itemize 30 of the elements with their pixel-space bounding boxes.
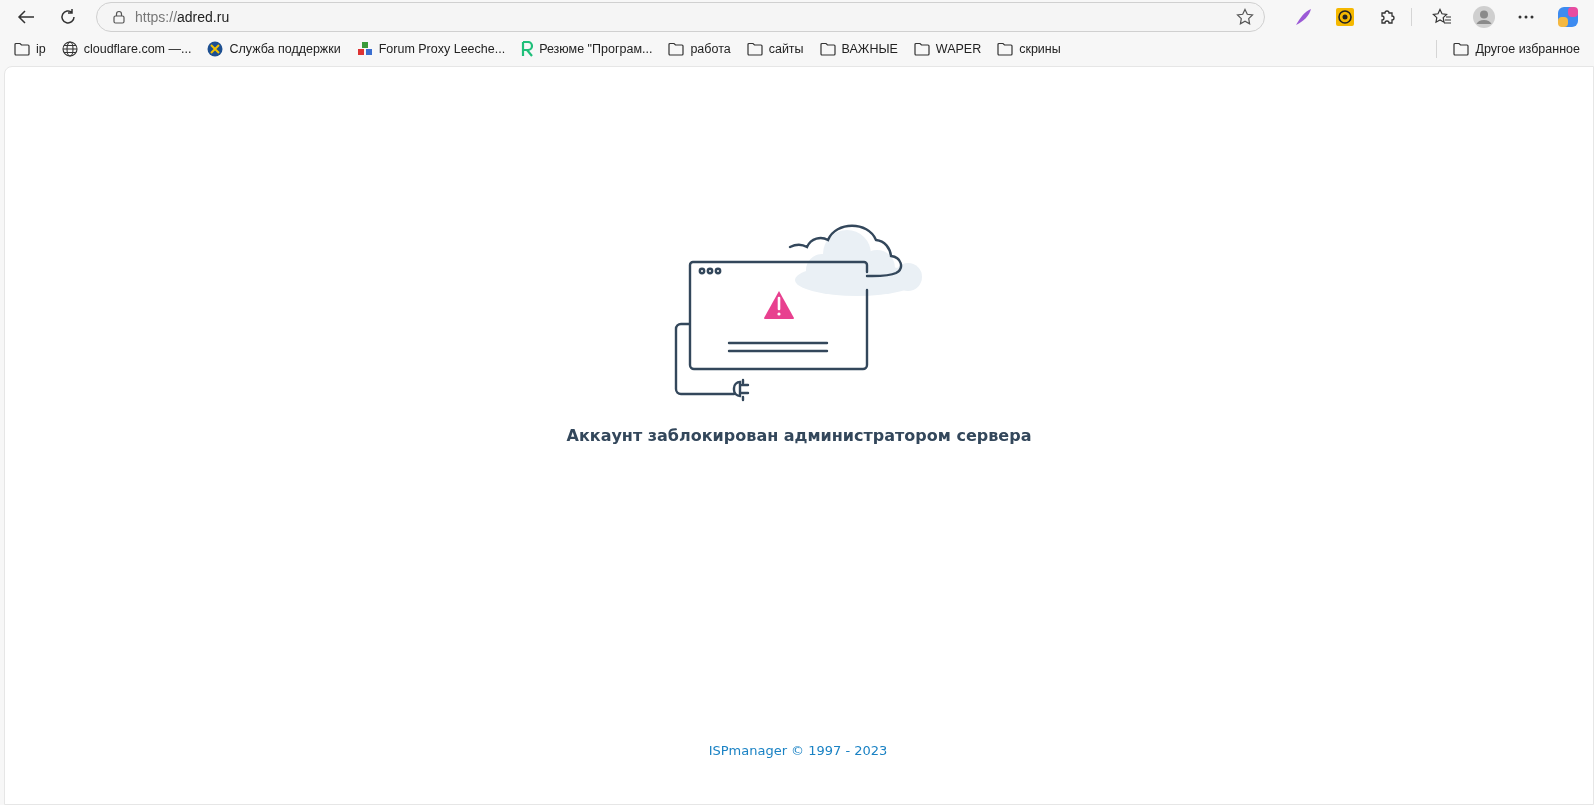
bookmark-link[interactable]: cloudflare.com —...	[55, 37, 198, 60]
bookmark-link[interactable]: Служба поддержки	[201, 37, 347, 60]
error-message: Аккаунт заблокирован администратором сервера	[566, 426, 1032, 445]
folder-icon	[819, 41, 836, 56]
bookmark-link[interactable]: ВАЖНЫЕ	[813, 38, 904, 59]
bookmark-link[interactable]: ip	[8, 38, 52, 59]
back-arrow-icon	[17, 8, 35, 25]
bookmark-link[interactable]: работа	[662, 38, 737, 59]
other-bookmarks-folder[interactable]: Другое избранное	[1447, 38, 1586, 59]
star-icon[interactable]	[1236, 7, 1254, 26]
folder-icon	[14, 41, 30, 56]
refresh-icon	[59, 7, 77, 26]
globe-icon	[61, 40, 78, 57]
folder-icon	[997, 41, 1014, 56]
folder-icon	[668, 41, 685, 56]
folder-icon	[913, 41, 930, 56]
folder-icon	[1453, 41, 1470, 56]
address-bar[interactable]: https://adred.ru	[96, 1, 1265, 32]
url-text: https://adred.ru	[135, 8, 231, 25]
folder-icon	[746, 41, 763, 56]
site-favicon-icon	[521, 40, 534, 57]
lock-icon	[113, 9, 125, 24]
round-emblem-icon	[207, 40, 224, 57]
bookmark-link[interactable]: скрины	[991, 38, 1067, 59]
cubes-icon	[356, 40, 373, 57]
bookmark-link[interactable]: WAPER	[907, 38, 988, 59]
bookmark-link[interactable]: Резюме "Програм...	[515, 37, 659, 60]
footer-link[interactable]: ISPmanager © 1997 - 2023	[708, 743, 888, 758]
bookmark-link[interactable]: сайты	[740, 38, 810, 59]
bookmark-link[interactable]: Forum Proxy Leeche...	[350, 37, 512, 60]
